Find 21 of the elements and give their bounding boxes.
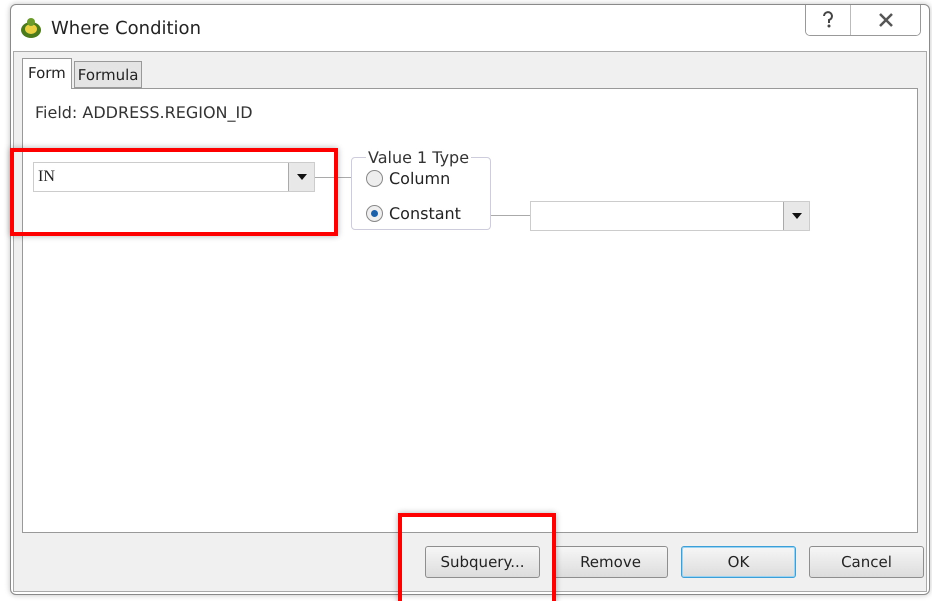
close-icon [878,12,894,28]
field-label: Field: ADDRESS.REGION_ID [35,103,254,122]
window-title: Where Condition [51,18,202,38]
dropdown-button[interactable] [288,163,314,191]
tab[interactable]: Form [22,58,72,89]
close-button[interactable] [850,5,920,35]
radio-option[interactable]: Constant [366,204,480,223]
help-button[interactable] [806,5,850,35]
dropdown-button[interactable] [783,202,809,230]
dialog-button[interactable]: OK [681,546,796,578]
dropdown-arrow-icon [296,174,306,180]
dialog-button[interactable]: Remove [553,546,668,578]
group-title: Value 1 Type [367,148,470,167]
dialog-button[interactable]: Cancel [809,546,924,578]
tab[interactable]: Formula [74,61,142,88]
turtle-icon [19,17,43,39]
radio-option[interactable]: Column [366,169,480,188]
operator-dropdown[interactable]: IN [33,162,315,192]
dropdown-arrow-icon [792,213,802,219]
help-icon [822,11,834,29]
dialog-button[interactable]: Subquery... [425,546,540,578]
